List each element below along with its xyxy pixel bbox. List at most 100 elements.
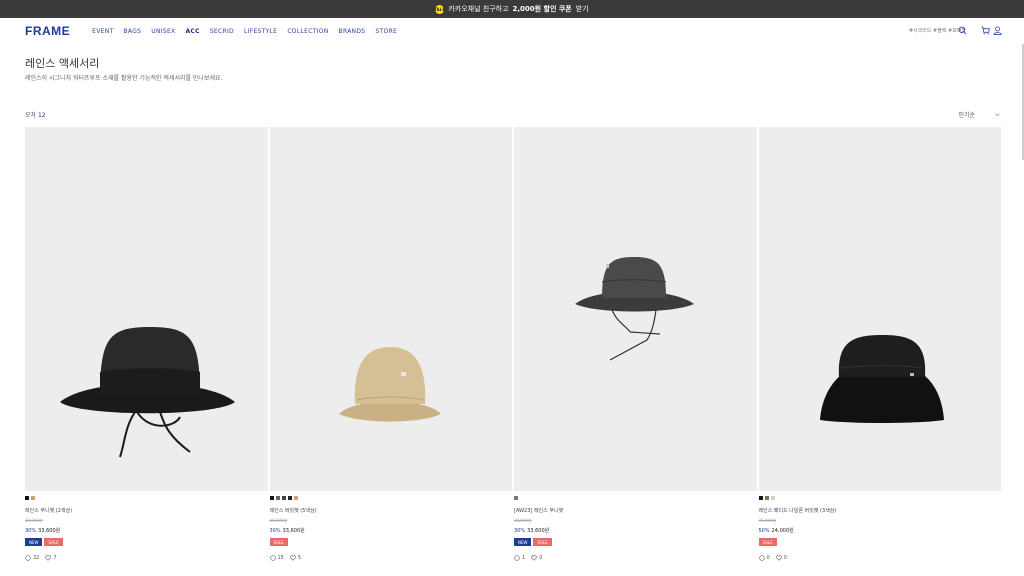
badges: NEW SALE — [25, 538, 268, 546]
like-count-value: 0 — [783, 555, 787, 561]
color-swatch[interactable] — [770, 496, 775, 500]
boonie-hat-grey-image — [575, 257, 694, 361]
new-badge: NEW — [25, 538, 43, 546]
count-label: 모자 — [25, 112, 37, 119]
color-swatch[interactable] — [293, 496, 298, 500]
product-image[interactable] — [269, 127, 512, 491]
color-swatch[interactable] — [514, 496, 518, 500]
review-bubble-icon — [269, 555, 276, 561]
promo-banner[interactable]: TALK 카카오채널 친구하고 2,000원 할인 쿠폰 받기 — [0, 0, 1024, 18]
review-count-value: 15 — [277, 555, 284, 561]
review-count[interactable]: 0 — [758, 555, 770, 561]
price-value: 24,000원 — [771, 528, 794, 534]
color-swatch[interactable] — [25, 496, 29, 500]
sale-badge: SALE — [44, 538, 63, 546]
review-count-value: 0 — [766, 555, 770, 561]
color-swatch[interactable] — [269, 496, 274, 500]
original-price: 48,000원 — [25, 518, 43, 523]
original-price: 48,000원 — [269, 518, 288, 523]
product-image[interactable] — [514, 127, 757, 491]
sale-badge: SALE — [758, 538, 777, 546]
nav-store[interactable]: STORE — [375, 28, 397, 35]
product-name[interactable]: 레인스 부니햇 (2색상) — [25, 507, 268, 514]
color-swatch[interactable] — [758, 496, 763, 500]
product-name[interactable]: 레인스 패디드 나일론 버킷햇 (3색상) — [759, 507, 1002, 514]
heart-icon — [531, 555, 538, 561]
color-swatches — [25, 496, 268, 500]
review-count[interactable]: 1 — [514, 555, 525, 561]
review-bubble-icon — [758, 555, 765, 561]
product-card[interactable]: [AW23] 레인스 부니햇 48,000원 30% 33,600원 NEW SA… — [514, 127, 757, 561]
review-count[interactable]: 32 — [25, 555, 39, 561]
review-count-value: 32 — [33, 555, 40, 561]
review-bubble-icon — [25, 555, 31, 561]
color-swatch[interactable] — [275, 496, 280, 500]
new-badge: NEW — [514, 538, 532, 546]
product-name[interactable]: [AW23] 레인스 부니햇 — [514, 507, 757, 514]
product-card[interactable]: 레인스 버킷햇 (5색상) 48,000원 30% 33,600원 SALE 15… — [269, 127, 513, 561]
product-card[interactable]: 레인스 패디드 나일론 버킷햇 (3색상) 48,000원 50% 24,000원… — [758, 127, 1002, 561]
product-count: 모자 12 — [25, 110, 46, 119]
like-count[interactable]: 0 — [531, 555, 542, 561]
nav-secrid[interactable]: SECRID — [210, 28, 234, 35]
color-swatch[interactable] — [31, 496, 35, 500]
nav-collection[interactable]: COLLECTION — [287, 28, 328, 35]
color-swatches — [269, 496, 513, 500]
chevron-down-icon — [995, 113, 1000, 116]
nav-unisex[interactable]: UNISEX — [151, 28, 175, 35]
promo-text-post: 받기 — [575, 5, 589, 13]
product-image[interactable] — [758, 127, 1001, 491]
nav-brands[interactable]: BRANDS — [339, 28, 366, 35]
cart-icon[interactable] — [981, 26, 990, 35]
bucket-hat-beige-image — [338, 347, 441, 422]
original-price: 48,000원 — [514, 518, 532, 523]
nav-acc[interactable]: ACC — [185, 28, 199, 35]
padded-bucket-hat-black-image — [819, 335, 944, 423]
nav-lifestyle[interactable]: LIFESTYLE — [244, 28, 277, 35]
price-value: 33,600원 — [38, 528, 61, 534]
like-count-value: 7 — [53, 555, 57, 561]
color-swatches — [758, 496, 1002, 500]
nav-event[interactable]: EVENT — [92, 28, 113, 35]
color-swatch[interactable] — [281, 496, 286, 500]
heart-icon — [775, 555, 782, 561]
sort-label: 인기순 — [958, 112, 975, 119]
discount-rate: 50% — [758, 528, 770, 534]
heart-icon — [290, 555, 296, 561]
discount-rate: 30% — [269, 528, 281, 534]
heart-icon — [45, 555, 52, 561]
review-count-value: 1 — [522, 555, 526, 561]
color-swatch[interactable] — [764, 496, 769, 500]
product-stats: 32 7 — [25, 555, 268, 561]
promo-text-pre: 카카오채널 친구하고 — [448, 5, 509, 13]
like-count-value: 5 — [297, 555, 302, 561]
like-count[interactable]: 5 — [290, 555, 301, 561]
color-swatches — [514, 496, 757, 500]
like-count-value: 0 — [539, 555, 543, 561]
promo-text-bold: 2,000원 할인 쿠폰 — [512, 5, 572, 13]
like-count[interactable]: 0 — [775, 555, 787, 561]
user-icon[interactable] — [993, 26, 1002, 35]
review-count[interactable]: 15 — [269, 555, 284, 561]
product-image[interactable] — [25, 127, 268, 491]
product-grid: 레인스 부니햇 (2색상) 48,000원 30% 33,600원 NEW SAL… — [25, 127, 1001, 561]
page-description: 레인스의 시그니처 워터프루프 소재를 활용한 기능적인 액세서리를 만나보세요… — [25, 75, 223, 82]
color-swatch[interactable] — [287, 496, 292, 500]
review-bubble-icon — [514, 555, 520, 561]
discount-rate: 30% — [25, 528, 37, 534]
kakao-talk-icon: TALK — [434, 4, 446, 14]
site-header: FRAME EVENT BAGS UNISEX ACC SECRID LIFES… — [0, 18, 1024, 44]
nav-bags[interactable]: BAGS — [124, 28, 142, 35]
badges: SALE — [758, 538, 1002, 546]
site-logo[interactable]: FRAME — [25, 24, 70, 38]
sale-badge: SALE — [533, 538, 552, 546]
product-card[interactable]: 레인스 부니햇 (2색상) 48,000원 30% 33,600원 NEW SAL… — [25, 127, 268, 561]
sale-price: 30% 33,600원 — [25, 527, 268, 534]
original-price: 48,000원 — [758, 518, 777, 523]
search-icon[interactable] — [958, 26, 967, 35]
sort-dropdown[interactable]: 인기순 — [958, 110, 1000, 119]
sale-price: 50% 24,000원 — [759, 527, 1002, 534]
product-stats: 0 0 — [758, 555, 1002, 561]
like-count[interactable]: 7 — [45, 555, 57, 561]
product-name[interactable]: 레인스 버킷햇 (5색상) — [270, 507, 513, 514]
